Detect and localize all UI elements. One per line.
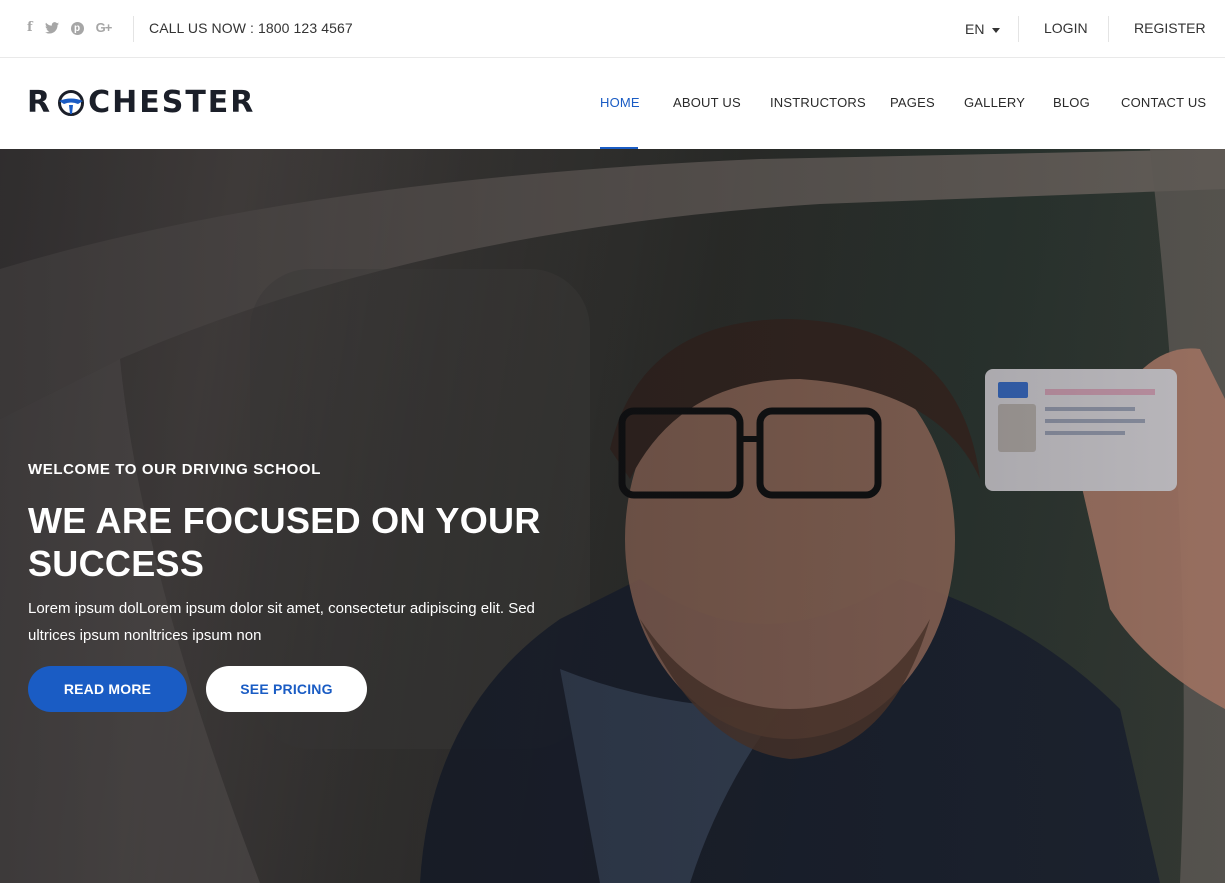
nav-item-pages[interactable]: PAGES — [890, 95, 935, 110]
phone-number: CALL US NOW : 1800 123 4567 — [149, 20, 353, 36]
nav-item-about-us[interactable]: ABOUT US — [673, 95, 741, 110]
steering-wheel-icon — [58, 90, 85, 116]
see-pricing-button[interactable]: SEE PRICING — [206, 666, 367, 712]
language-label: EN — [965, 21, 985, 37]
nav-item-instructors[interactable]: INSTRUCTORS — [770, 95, 866, 110]
chevron-down-icon — [992, 27, 1001, 33]
google-plus-icon[interactable]: G+ — [96, 20, 113, 36]
hero-banner: WELCOME TO OUR DRIVING SCHOOL WE ARE FOC… — [0, 149, 1225, 883]
logo[interactable]: R CHESTER — [27, 86, 255, 120]
logo-text-left: R — [27, 85, 53, 120]
hero-title: WE ARE FOCUSED ON YOUR SUCCESS — [28, 500, 541, 584]
divider — [1108, 16, 1109, 42]
nav-item-blog[interactable]: BLOG — [1053, 95, 1090, 110]
nav-item-gallery[interactable]: GALLERY — [964, 95, 1025, 110]
logo-text-right: CHESTER — [88, 85, 256, 120]
main-navbar: R CHESTER HOME ABOUT US INSTRUCTORS PAGE… — [0, 58, 1225, 150]
top-bar: f p G+ CALL US NOW : 1800 123 4567 EN LO… — [0, 0, 1225, 58]
login-link[interactable]: LOGIN — [1044, 20, 1088, 36]
hero-description: Lorem ipsum dolLorem ipsum dolor sit ame… — [28, 600, 535, 644]
divider — [1018, 16, 1019, 42]
nav-item-contact-us[interactable]: CONTACT US — [1121, 95, 1206, 110]
facebook-icon[interactable]: f — [27, 20, 33, 36]
social-links: f p G+ — [27, 20, 113, 36]
twitter-icon[interactable] — [44, 22, 59, 34]
read-more-button[interactable]: READ MORE — [28, 666, 187, 712]
nav-item-home[interactable]: HOME — [600, 95, 640, 110]
pinterest-icon[interactable]: p — [70, 21, 84, 35]
register-link[interactable]: REGISTER — [1134, 20, 1206, 36]
divider — [133, 16, 134, 42]
hero-eyebrow: WELCOME TO OUR DRIVING SCHOOL — [28, 461, 321, 478]
language-selector[interactable]: EN — [965, 21, 1001, 37]
